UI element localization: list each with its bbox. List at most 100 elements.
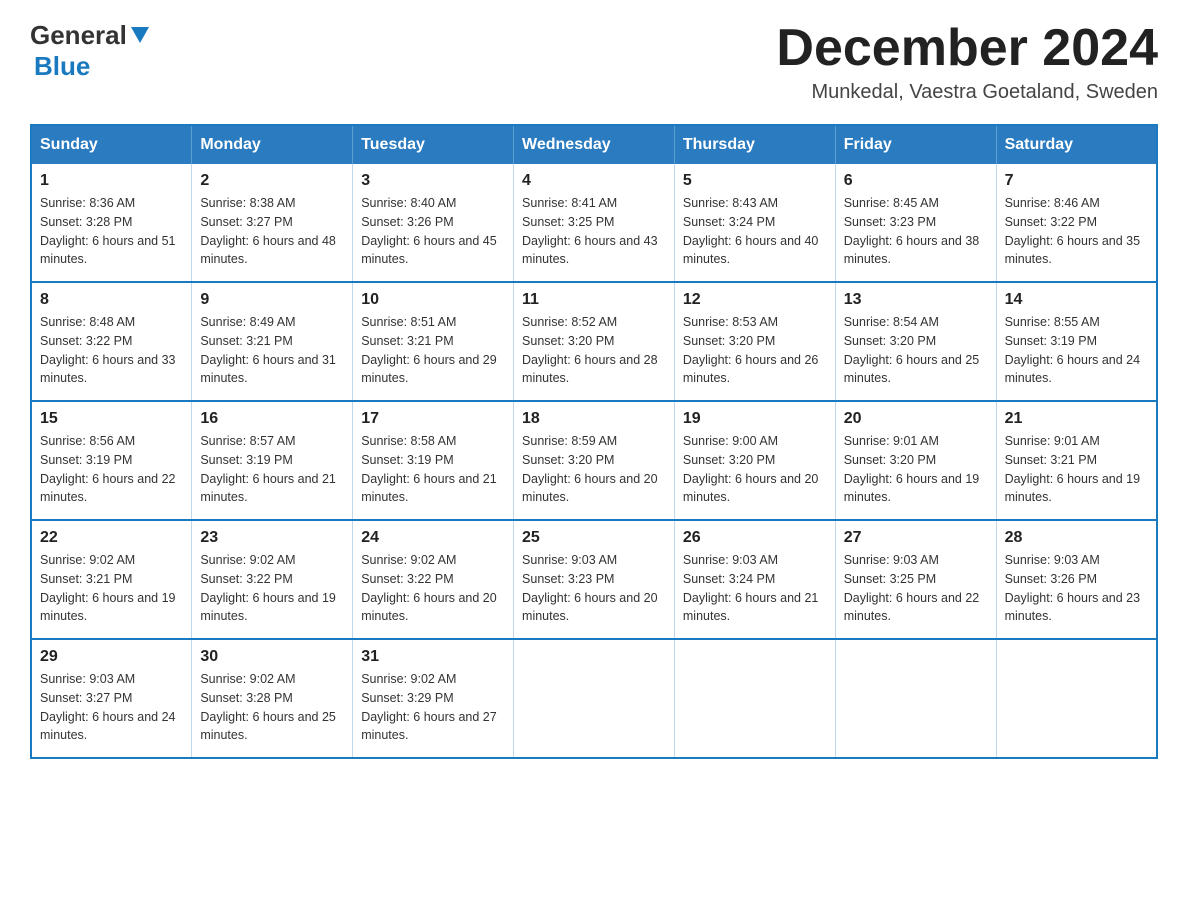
day-info: Sunrise: 8:48 AMSunset: 3:22 PMDaylight:… — [40, 313, 183, 388]
day-number: 24 — [361, 529, 505, 547]
day-number: 31 — [361, 648, 505, 666]
calendar-day-cell: 25 Sunrise: 9:03 AMSunset: 3:23 PMDaylig… — [514, 520, 675, 639]
day-info: Sunrise: 8:51 AMSunset: 3:21 PMDaylight:… — [361, 313, 505, 388]
day-number: 28 — [1005, 529, 1148, 547]
calendar-day-cell: 23 Sunrise: 9:02 AMSunset: 3:22 PMDaylig… — [192, 520, 353, 639]
day-info: Sunrise: 8:46 AMSunset: 3:22 PMDaylight:… — [1005, 194, 1148, 269]
calendar-day-cell: 1 Sunrise: 8:36 AMSunset: 3:28 PMDayligh… — [31, 164, 192, 282]
day-number: 14 — [1005, 291, 1148, 309]
calendar-day-cell: 13 Sunrise: 8:54 AMSunset: 3:20 PMDaylig… — [835, 282, 996, 401]
day-number: 6 — [844, 172, 988, 190]
calendar-day-cell: 24 Sunrise: 9:02 AMSunset: 3:22 PMDaylig… — [353, 520, 514, 639]
column-header-monday: Monday — [192, 125, 353, 164]
day-number: 16 — [200, 410, 344, 428]
logo-triangle-icon — [129, 23, 151, 45]
day-number: 13 — [844, 291, 988, 309]
day-number: 10 — [361, 291, 505, 309]
day-info: Sunrise: 8:55 AMSunset: 3:19 PMDaylight:… — [1005, 313, 1148, 388]
day-info: Sunrise: 9:00 AMSunset: 3:20 PMDaylight:… — [683, 432, 827, 507]
day-number: 19 — [683, 410, 827, 428]
day-info: Sunrise: 8:53 AMSunset: 3:20 PMDaylight:… — [683, 313, 827, 388]
day-number: 2 — [200, 172, 344, 190]
day-number: 12 — [683, 291, 827, 309]
logo-blue-text: Blue — [34, 51, 90, 82]
day-info: Sunrise: 8:49 AMSunset: 3:21 PMDaylight:… — [200, 313, 344, 388]
calendar-day-cell: 10 Sunrise: 8:51 AMSunset: 3:21 PMDaylig… — [353, 282, 514, 401]
day-info: Sunrise: 9:03 AMSunset: 3:27 PMDaylight:… — [40, 670, 183, 745]
day-number: 25 — [522, 529, 666, 547]
calendar-day-cell: 29 Sunrise: 9:03 AMSunset: 3:27 PMDaylig… — [31, 639, 192, 758]
day-info: Sunrise: 8:57 AMSunset: 3:19 PMDaylight:… — [200, 432, 344, 507]
day-info: Sunrise: 8:56 AMSunset: 3:19 PMDaylight:… — [40, 432, 183, 507]
calendar-day-cell: 21 Sunrise: 9:01 AMSunset: 3:21 PMDaylig… — [996, 401, 1157, 520]
day-info: Sunrise: 8:54 AMSunset: 3:20 PMDaylight:… — [844, 313, 988, 388]
calendar-day-cell: 9 Sunrise: 8:49 AMSunset: 3:21 PMDayligh… — [192, 282, 353, 401]
column-header-wednesday: Wednesday — [514, 125, 675, 164]
logo: General Blue — [30, 20, 151, 82]
calendar-week-row: 8 Sunrise: 8:48 AMSunset: 3:22 PMDayligh… — [31, 282, 1157, 401]
calendar-day-cell: 18 Sunrise: 8:59 AMSunset: 3:20 PMDaylig… — [514, 401, 675, 520]
day-info: Sunrise: 8:41 AMSunset: 3:25 PMDaylight:… — [522, 194, 666, 269]
day-number: 4 — [522, 172, 666, 190]
day-number: 11 — [522, 291, 666, 309]
day-info: Sunrise: 9:01 AMSunset: 3:20 PMDaylight:… — [844, 432, 988, 507]
day-number: 29 — [40, 648, 183, 666]
day-info: Sunrise: 8:58 AMSunset: 3:19 PMDaylight:… — [361, 432, 505, 507]
day-number: 7 — [1005, 172, 1148, 190]
day-number: 21 — [1005, 410, 1148, 428]
calendar-day-cell: 19 Sunrise: 9:00 AMSunset: 3:20 PMDaylig… — [674, 401, 835, 520]
column-header-friday: Friday — [835, 125, 996, 164]
calendar-day-cell: 8 Sunrise: 8:48 AMSunset: 3:22 PMDayligh… — [31, 282, 192, 401]
day-number: 17 — [361, 410, 505, 428]
day-number: 5 — [683, 172, 827, 190]
calendar-day-cell — [674, 639, 835, 758]
day-info: Sunrise: 9:03 AMSunset: 3:23 PMDaylight:… — [522, 551, 666, 626]
day-number: 18 — [522, 410, 666, 428]
calendar-header-row: SundayMondayTuesdayWednesdayThursdayFrid… — [31, 125, 1157, 164]
day-info: Sunrise: 9:02 AMSunset: 3:29 PMDaylight:… — [361, 670, 505, 745]
day-info: Sunrise: 9:02 AMSunset: 3:21 PMDaylight:… — [40, 551, 183, 626]
day-info: Sunrise: 9:01 AMSunset: 3:21 PMDaylight:… — [1005, 432, 1148, 507]
day-info: Sunrise: 8:59 AMSunset: 3:20 PMDaylight:… — [522, 432, 666, 507]
calendar-day-cell: 15 Sunrise: 8:56 AMSunset: 3:19 PMDaylig… — [31, 401, 192, 520]
day-info: Sunrise: 8:38 AMSunset: 3:27 PMDaylight:… — [200, 194, 344, 269]
calendar-table: SundayMondayTuesdayWednesdayThursdayFrid… — [30, 124, 1158, 759]
calendar-day-cell — [514, 639, 675, 758]
day-info: Sunrise: 8:45 AMSunset: 3:23 PMDaylight:… — [844, 194, 988, 269]
calendar-day-cell — [835, 639, 996, 758]
calendar-day-cell: 20 Sunrise: 9:01 AMSunset: 3:20 PMDaylig… — [835, 401, 996, 520]
calendar-day-cell: 7 Sunrise: 8:46 AMSunset: 3:22 PMDayligh… — [996, 164, 1157, 282]
column-header-tuesday: Tuesday — [353, 125, 514, 164]
calendar-day-cell: 28 Sunrise: 9:03 AMSunset: 3:26 PMDaylig… — [996, 520, 1157, 639]
calendar-day-cell: 17 Sunrise: 8:58 AMSunset: 3:19 PMDaylig… — [353, 401, 514, 520]
calendar-week-row: 1 Sunrise: 8:36 AMSunset: 3:28 PMDayligh… — [31, 164, 1157, 282]
calendar-day-cell: 11 Sunrise: 8:52 AMSunset: 3:20 PMDaylig… — [514, 282, 675, 401]
day-info: Sunrise: 9:02 AMSunset: 3:22 PMDaylight:… — [200, 551, 344, 626]
day-info: Sunrise: 8:36 AMSunset: 3:28 PMDaylight:… — [40, 194, 183, 269]
calendar-day-cell: 4 Sunrise: 8:41 AMSunset: 3:25 PMDayligh… — [514, 164, 675, 282]
logo-image: General — [30, 20, 151, 51]
day-number: 23 — [200, 529, 344, 547]
day-number: 3 — [361, 172, 505, 190]
day-info: Sunrise: 8:43 AMSunset: 3:24 PMDaylight:… — [683, 194, 827, 269]
day-info: Sunrise: 8:40 AMSunset: 3:26 PMDaylight:… — [361, 194, 505, 269]
calendar-day-cell: 14 Sunrise: 8:55 AMSunset: 3:19 PMDaylig… — [996, 282, 1157, 401]
calendar-day-cell: 12 Sunrise: 8:53 AMSunset: 3:20 PMDaylig… — [674, 282, 835, 401]
day-number: 9 — [200, 291, 344, 309]
day-number: 26 — [683, 529, 827, 547]
day-info: Sunrise: 9:03 AMSunset: 3:24 PMDaylight:… — [683, 551, 827, 626]
calendar-day-cell: 5 Sunrise: 8:43 AMSunset: 3:24 PMDayligh… — [674, 164, 835, 282]
column-header-thursday: Thursday — [674, 125, 835, 164]
title-area: December 2024 Munkedal, Vaestra Goetalan… — [776, 20, 1158, 104]
day-number: 30 — [200, 648, 344, 666]
day-info: Sunrise: 9:02 AMSunset: 3:28 PMDaylight:… — [200, 670, 344, 745]
calendar-day-cell: 31 Sunrise: 9:02 AMSunset: 3:29 PMDaylig… — [353, 639, 514, 758]
column-header-saturday: Saturday — [996, 125, 1157, 164]
day-info: Sunrise: 8:52 AMSunset: 3:20 PMDaylight:… — [522, 313, 666, 388]
calendar-week-row: 29 Sunrise: 9:03 AMSunset: 3:27 PMDaylig… — [31, 639, 1157, 758]
day-number: 1 — [40, 172, 183, 190]
calendar-day-cell: 22 Sunrise: 9:02 AMSunset: 3:21 PMDaylig… — [31, 520, 192, 639]
column-header-sunday: Sunday — [31, 125, 192, 164]
location-text: Munkedal, Vaestra Goetaland, Sweden — [776, 81, 1158, 104]
day-info: Sunrise: 9:03 AMSunset: 3:26 PMDaylight:… — [1005, 551, 1148, 626]
